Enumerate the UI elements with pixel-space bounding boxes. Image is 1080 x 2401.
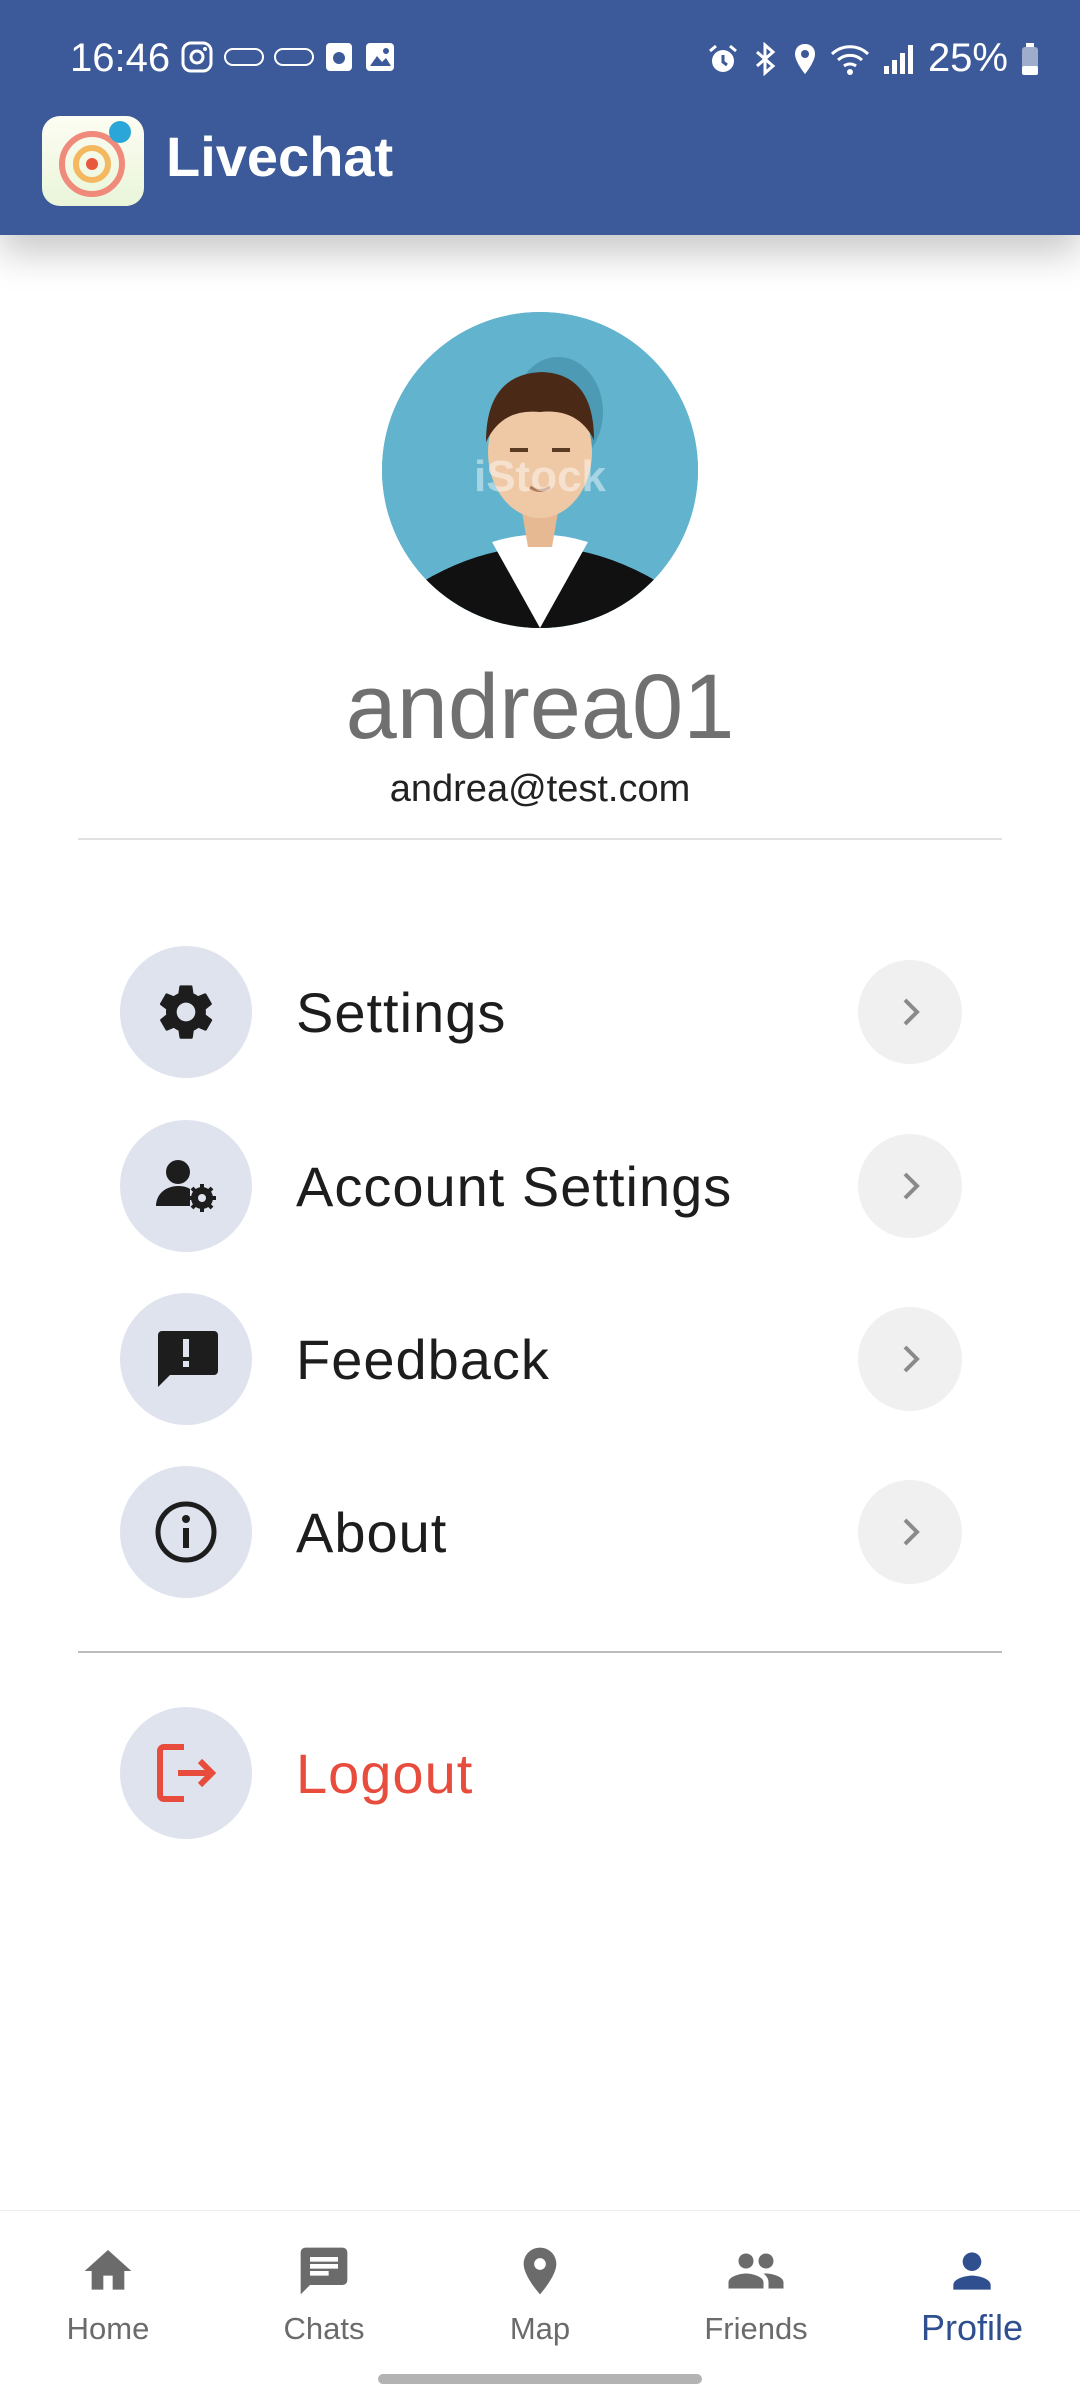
logout-icon [157,1744,217,1802]
chat-icon [300,2247,348,2295]
gear-icon [159,985,213,1039]
app-title: Livechat [166,125,394,188]
gesture-bar[interactable] [378,2374,702,2384]
watermark: iStock [473,452,607,501]
osm-icon [274,48,314,66]
image-icon [366,43,394,71]
clock-square-icon [326,43,352,71]
menu-item-account-settings[interactable]: Account Settings [120,1120,962,1252]
menu-item-label: Account Settings [296,1155,733,1218]
menu-item-label: Feedback [296,1328,550,1391]
nav-friends[interactable]: Friends [656,2241,856,2361]
battery-icon [1022,42,1038,75]
app-logo [42,116,144,206]
alarm-icon [708,44,737,72]
profile-avatar[interactable]: iStock [382,312,698,628]
menu-item-label: About [296,1501,448,1564]
chevron-right-icon[interactable] [858,1307,962,1411]
bottom-navigation: Home Chats Map Friends Profile [0,2210,1080,2401]
instagram-icon [181,41,213,73]
divider [78,1651,1002,1653]
map-pin-icon [523,2247,557,2295]
feedback-icon [158,1331,218,1387]
divider [78,838,1002,840]
menu-item-label: Settings [296,981,507,1044]
osm-icon [224,48,264,66]
location-icon [794,43,815,74]
status-time: 16:46 [70,36,171,80]
bluetooth-icon [755,41,776,76]
app-bar: 16:46 25% Livechat [0,0,1080,235]
chevron-right-icon[interactable] [858,1480,962,1584]
icon-circle [120,1293,252,1425]
profile-email: andrea@test.com [389,768,691,810]
icon-circle [120,1120,252,1252]
nav-home-label: Home [66,2311,150,2346]
nav-map[interactable]: Map [440,2241,640,2361]
home-icon [84,2250,132,2290]
friends-icon [728,2253,784,2289]
info-icon [155,1501,217,1563]
nav-profile[interactable]: Profile [872,2241,1072,2361]
nav-profile-label: Profile [920,2307,1024,2348]
profile-username: andrea01 [345,656,735,758]
logout-button[interactable]: Logout [120,1707,962,1839]
chevron-right-icon[interactable] [858,960,962,1064]
icon-circle [120,1707,252,1839]
nav-map-label: Map [509,2311,571,2346]
profile-icon [953,2252,991,2290]
icon-circle [120,1466,252,1598]
menu-item-settings[interactable]: Settings [120,946,962,1078]
chevron-right-icon[interactable] [858,1134,962,1238]
wifi-icon [830,44,869,75]
chat-target-icon [59,121,131,197]
menu-item-feedback[interactable]: Feedback [120,1293,962,1425]
nav-home[interactable]: Home [8,2241,208,2361]
user-cog-icon [156,1160,216,1212]
notification-icons [180,40,396,74]
logout-label: Logout [296,1742,474,1805]
status-right-icons: 25% [706,36,1040,81]
battery-percent: 25% [927,36,1008,80]
icon-circle [120,946,252,1078]
nav-chats-label: Chats [283,2311,365,2346]
nav-friends-label: Friends [704,2311,808,2346]
nav-chats[interactable]: Chats [224,2241,424,2361]
signal-icon [883,44,913,74]
menu-item-about[interactable]: About [120,1466,962,1598]
status-bar: 16:46 25% [0,0,1080,120]
